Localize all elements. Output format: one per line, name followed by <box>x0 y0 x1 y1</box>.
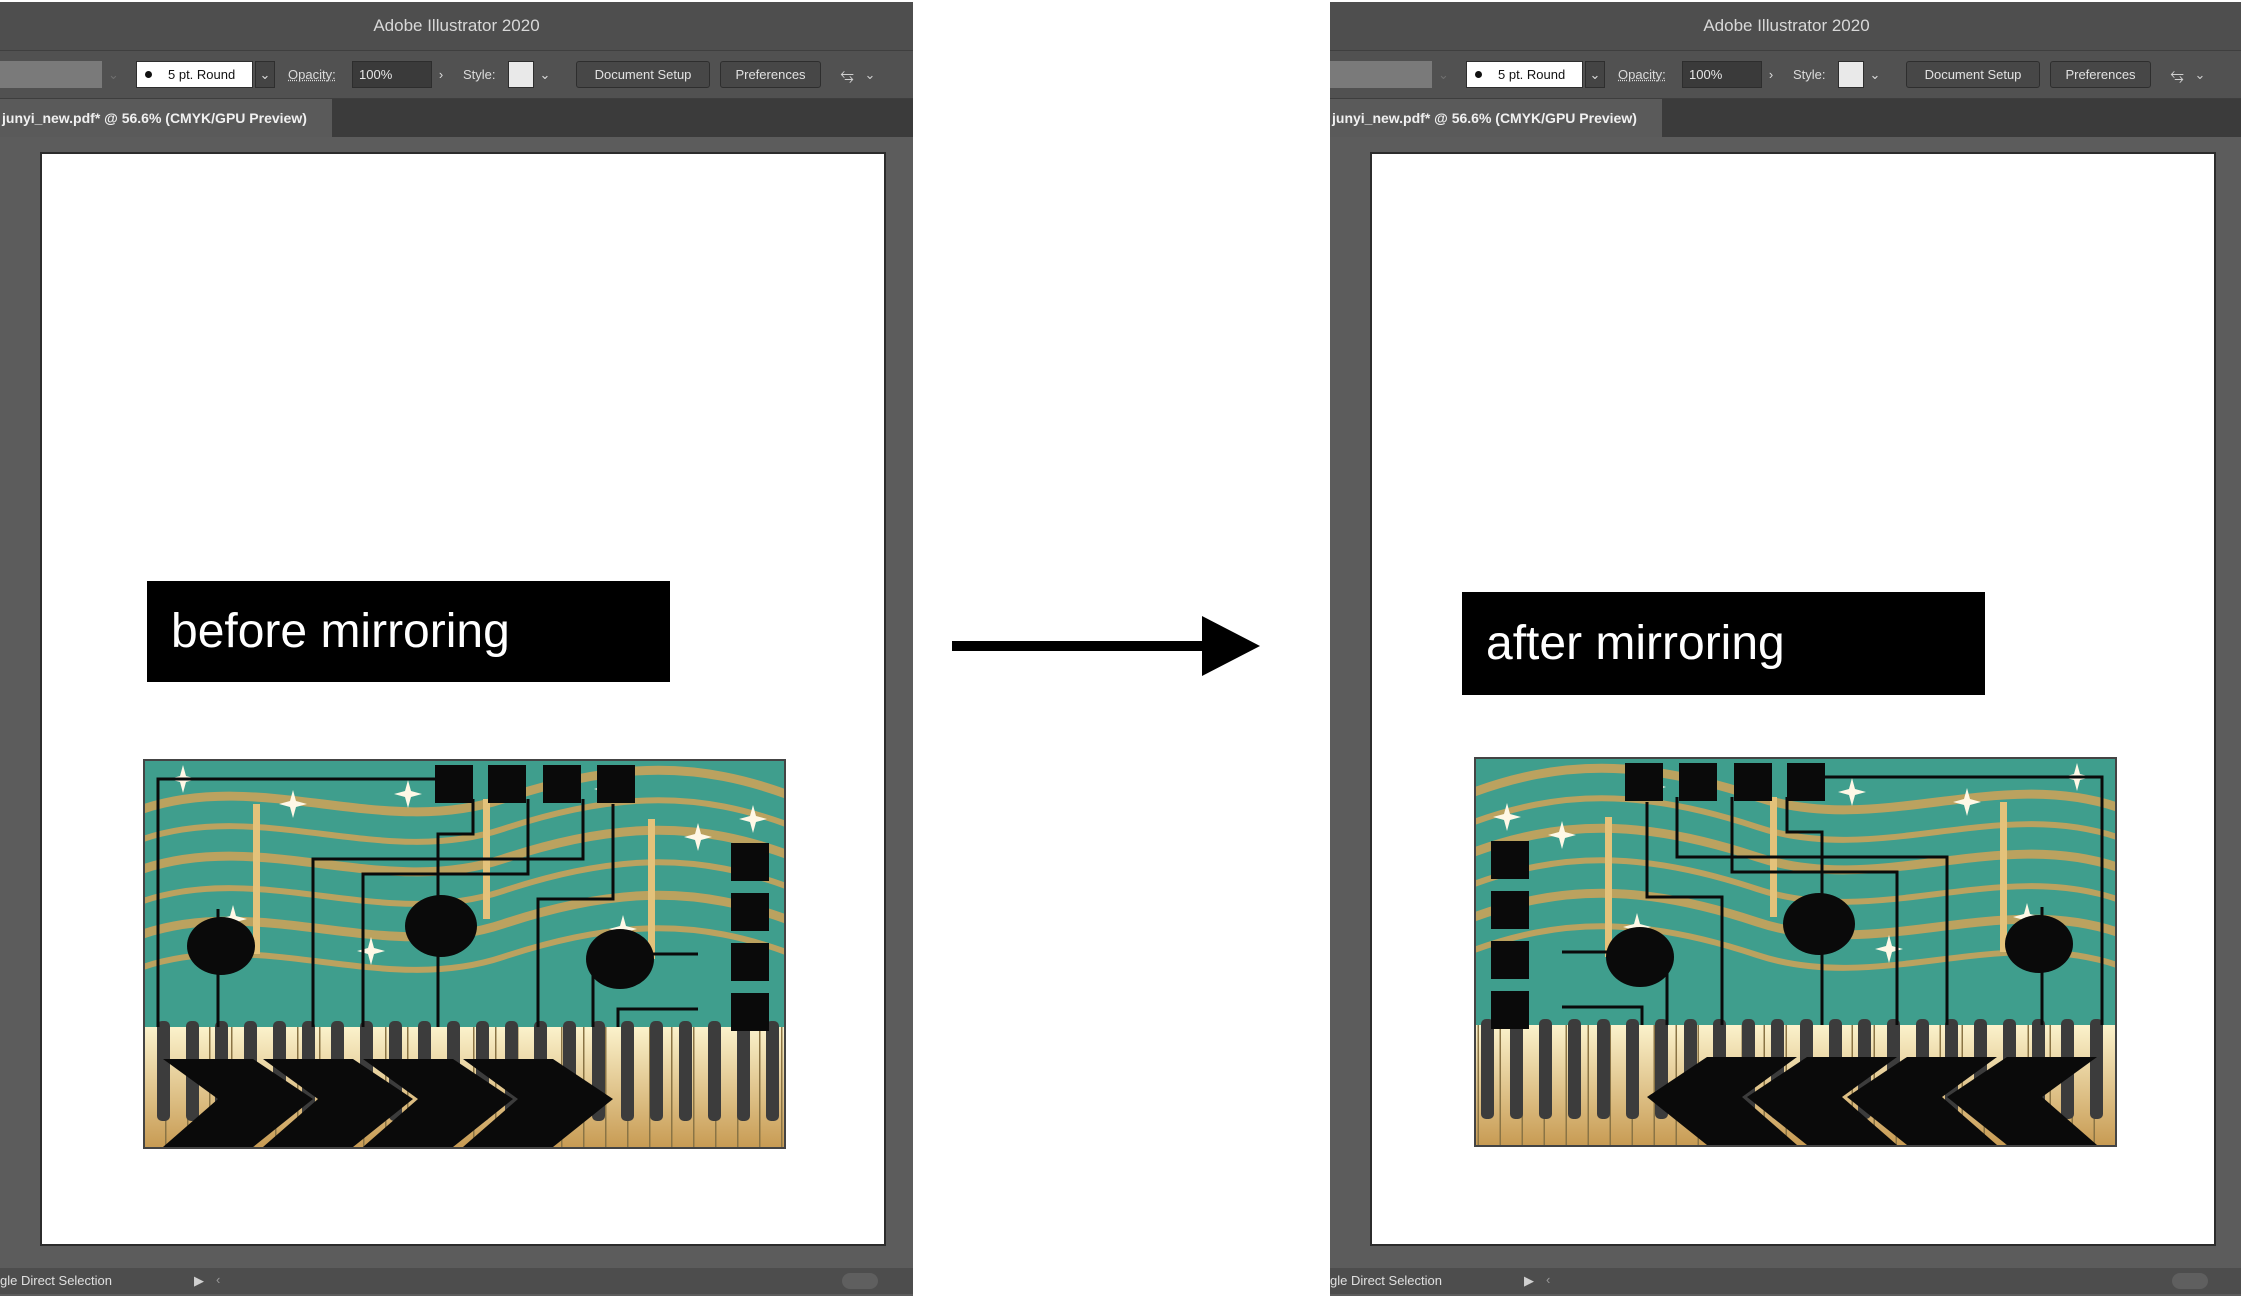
arrow-right-icon <box>952 616 1260 676</box>
opacity-label[interactable]: Opacity: <box>288 61 336 88</box>
preferences-button[interactable]: Preferences <box>2050 61 2151 88</box>
control-bar: ⌄ 5 pt. Round ⌄ Opacity: 100% › Style: ⌄… <box>0 51 913 99</box>
status-bar: gle Direct Selection ▶ ‹ <box>1330 1268 2241 1294</box>
caption-text: after mirroring <box>1486 616 1785 671</box>
illustrator-window-after: Adobe Illustrator 2020 ⌄ 5 pt. Round ⌄ O… <box>1330 2 2241 1296</box>
document-tab[interactable]: junyi_new.pdf* @ 56.6% (CMYK/GPU Preview… <box>1330 99 1662 137</box>
caption-text: before mirroring <box>171 604 510 659</box>
chevron-left-icon[interactable]: ‹ <box>216 1272 220 1287</box>
caption-box: before mirroring <box>147 581 670 682</box>
caption-box: after mirroring <box>1462 592 1985 695</box>
play-icon[interactable]: ▶ <box>194 1273 204 1289</box>
window-title: Adobe Illustrator 2020 <box>0 2 913 51</box>
fill-selector[interactable] <box>1330 61 1432 88</box>
style-swatch[interactable] <box>1838 61 1864 88</box>
opacity-arrow-icon[interactable]: › <box>1762 61 1780 88</box>
pin-dropdown-chevron-icon[interactable]: ⌄ <box>862 61 878 88</box>
horizontal-scrollbar[interactable] <box>842 1273 878 1289</box>
stroke-dropdown-chevron-icon[interactable]: ⌄ <box>255 61 275 88</box>
artboard[interactable]: after mirroring <box>1370 152 2216 1246</box>
stroke-profile-label: 5 pt. Round <box>1498 67 1565 82</box>
pcb-artwork[interactable] <box>143 759 786 1149</box>
brush-dot-icon <box>1475 71 1482 78</box>
control-bar: ⌄ 5 pt. Round ⌄ Opacity: 100% › Style: ⌄… <box>1330 51 2241 99</box>
opacity-input[interactable]: 100% <box>352 61 432 88</box>
style-label: Style: <box>463 61 496 88</box>
pin-icon[interactable]: ⥃ <box>833 61 861 88</box>
opacity-arrow-icon[interactable]: › <box>432 61 450 88</box>
chevron-down-icon[interactable]: ⌄ <box>108 67 119 94</box>
stroke-dropdown-chevron-icon[interactable]: ⌄ <box>1585 61 1605 88</box>
preferences-button[interactable]: Preferences <box>720 61 821 88</box>
current-tool-label[interactable]: gle Direct Selection <box>0 1273 200 1288</box>
fill-selector[interactable] <box>0 61 102 88</box>
app-title: Adobe Illustrator 2020 <box>1703 16 1869 36</box>
style-dropdown-chevron-icon[interactable]: ⌄ <box>1866 61 1884 88</box>
horizontal-scrollbar[interactable] <box>2172 1273 2208 1289</box>
document-setup-button[interactable]: Document Setup <box>576 61 710 88</box>
artboard[interactable]: before mirroring <box>40 152 886 1246</box>
status-bar: gle Direct Selection ▶ ‹ <box>0 1268 913 1294</box>
brush-dot-icon <box>145 71 152 78</box>
opacity-input[interactable]: 100% <box>1682 61 1762 88</box>
current-tool-label[interactable]: gle Direct Selection <box>1330 1273 1530 1288</box>
pcb-artwork-mirrored[interactable] <box>1474 757 2117 1147</box>
document-tab-bar: junyi_new.pdf* @ 56.6% (CMYK/GPU Preview… <box>0 99 913 137</box>
illustrator-window-before: Adobe Illustrator 2020 ⌄ 5 pt. Round ⌄ O… <box>0 2 913 1296</box>
play-icon[interactable]: ▶ <box>1524 1273 1534 1289</box>
stroke-profile-label: 5 pt. Round <box>168 67 235 82</box>
pin-dropdown-chevron-icon[interactable]: ⌄ <box>2192 61 2208 88</box>
app-title: Adobe Illustrator 2020 <box>373 16 539 36</box>
stroke-profile-select[interactable]: 5 pt. Round <box>1466 61 1583 88</box>
style-dropdown-chevron-icon[interactable]: ⌄ <box>536 61 554 88</box>
document-setup-button[interactable]: Document Setup <box>1906 61 2040 88</box>
pin-icon[interactable]: ⥃ <box>2163 61 2191 88</box>
document-tab-bar: junyi_new.pdf* @ 56.6% (CMYK/GPU Preview… <box>1330 99 2241 137</box>
style-swatch[interactable] <box>508 61 534 88</box>
style-label: Style: <box>1793 61 1826 88</box>
stroke-profile-select[interactable]: 5 pt. Round <box>136 61 253 88</box>
document-tab[interactable]: junyi_new.pdf* @ 56.6% (CMYK/GPU Preview… <box>0 99 332 137</box>
chevron-down-icon[interactable]: ⌄ <box>1438 67 1449 94</box>
window-title: Adobe Illustrator 2020 <box>1330 2 2241 51</box>
opacity-label[interactable]: Opacity: <box>1618 61 1666 88</box>
chevron-left-icon[interactable]: ‹ <box>1546 1272 1550 1287</box>
